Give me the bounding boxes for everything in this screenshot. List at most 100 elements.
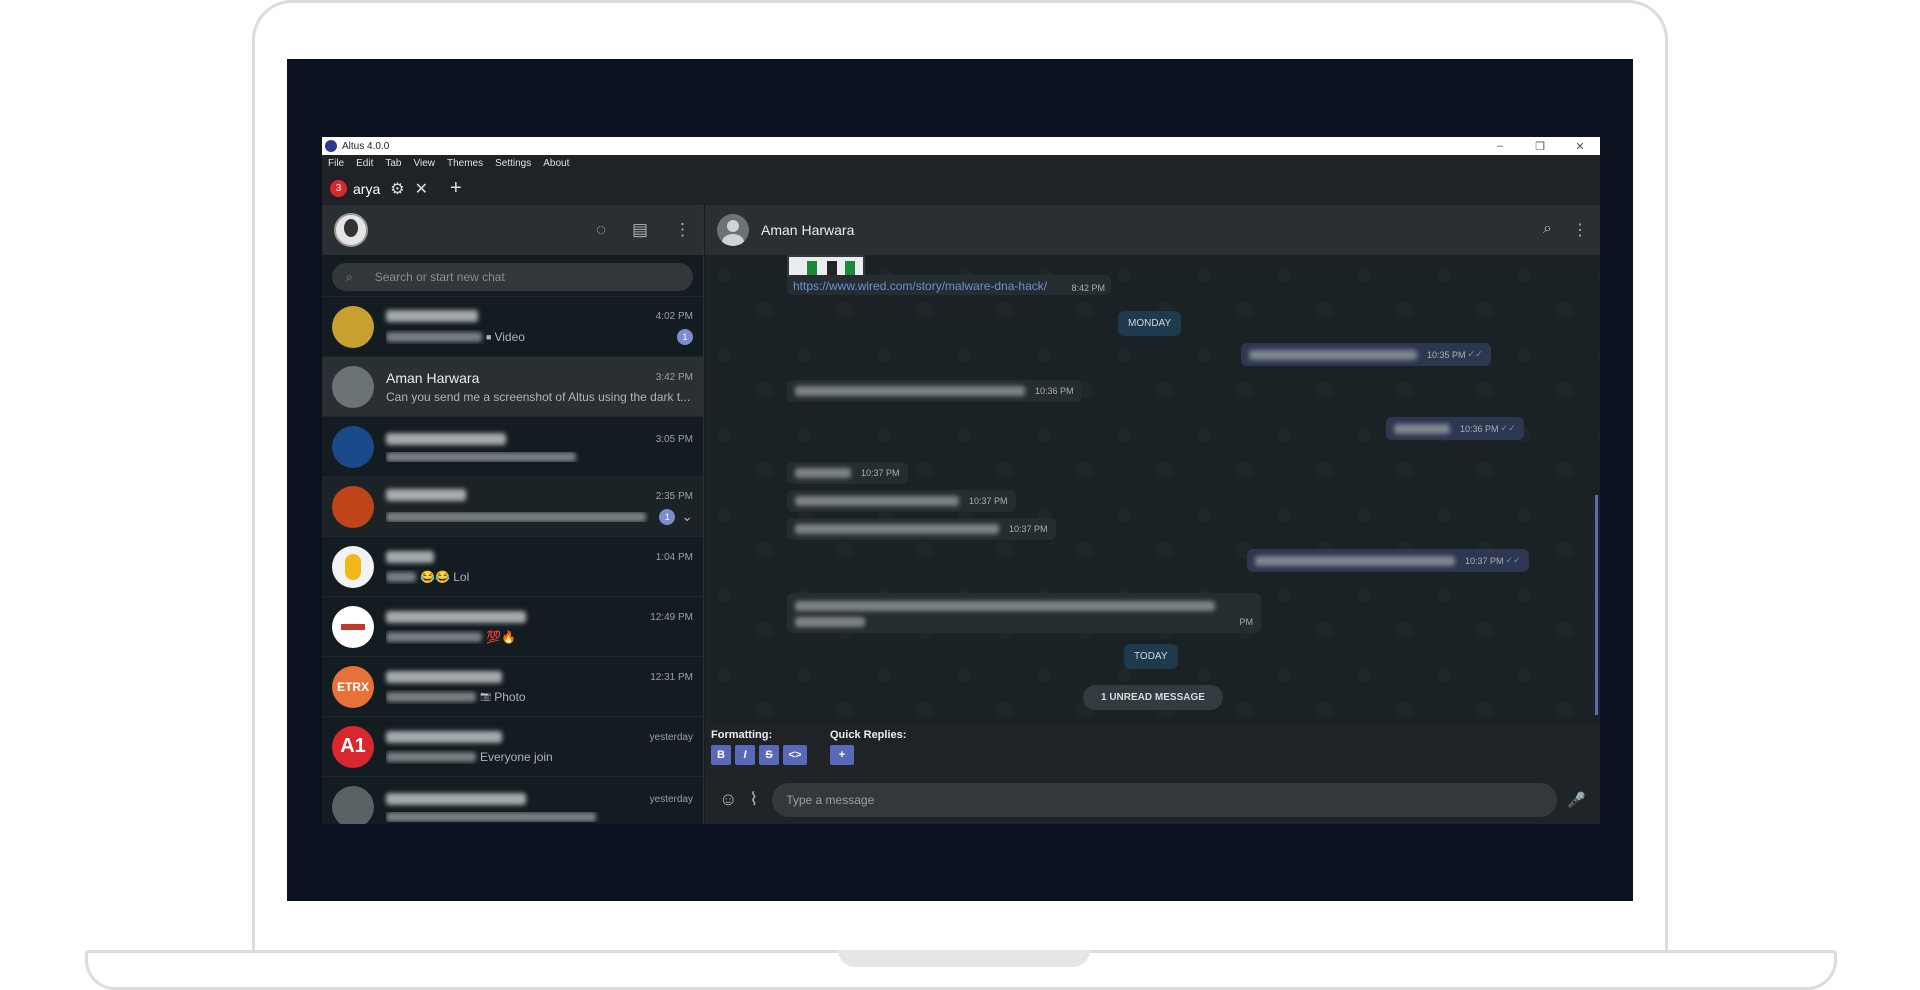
tab-unread-badge: 3: [330, 180, 347, 197]
message-incoming[interactable]: 10:37 PM: [787, 518, 1056, 540]
search-area: ⌕: [322, 255, 703, 297]
chat-time: 12:31 PM: [650, 672, 693, 683]
chat-time: 4:02 PM: [655, 311, 693, 322]
menu-bar: File Edit Tab View Themes Settings About: [322, 155, 1600, 172]
message-outgoing[interactable]: 10:36 PM ✓✓: [1386, 417, 1524, 440]
chat-list-item[interactable]: 12:49 PM 💯🔥: [322, 597, 703, 657]
message-incoming[interactable]: PM: [787, 593, 1261, 633]
menu-edit[interactable]: Edit: [350, 158, 379, 169]
message-incoming[interactable]: 10:36 PM: [787, 380, 1082, 402]
chat-preview: Photo: [494, 689, 526, 704]
read-receipt-icon: ✓✓: [1500, 423, 1516, 433]
emoji-icon[interactable]: ☺: [719, 789, 737, 810]
read-receipt-icon: ✓✓: [1467, 349, 1483, 359]
chat-avatar: ETRX: [332, 665, 374, 708]
contact-avatar[interactable]: [717, 214, 749, 246]
menu-tab[interactable]: Tab: [379, 158, 407, 169]
formatting-label: Formatting:: [711, 729, 773, 741]
chat-preview: Video: [494, 329, 525, 344]
date-separator-monday: MONDAY: [1118, 311, 1182, 336]
group-avatar-icon: [332, 785, 374, 824]
chat-time: 3:05 PM: [655, 434, 693, 445]
tab-bar: 3 arya ⚙ ✕ +: [322, 172, 1600, 205]
unread-count-badge: 1: [659, 508, 676, 525]
menu-about[interactable]: About: [537, 158, 575, 169]
date-separator-today: TODAY: [1124, 644, 1178, 669]
chat-list: 4:02 PM ■ Video 1 Aman Harwara 3:42 PM Can …: [322, 297, 703, 824]
message-time: 10:37 PM: [1465, 556, 1504, 566]
status-icon[interactable]: ◌: [596, 220, 606, 240]
tab-settings-gear-icon[interactable]: ⚙: [390, 179, 404, 199]
menu-file[interactable]: File: [322, 158, 350, 169]
unread-count-badge: 1: [677, 328, 693, 345]
chevron-down-icon[interactable]: ⌄: [681, 508, 693, 525]
tab-close-icon[interactable]: ✕: [415, 179, 428, 199]
chat-time: 12:49 PM: [650, 612, 693, 623]
message-area: https://www.wired.com/story/malware-dna-…: [705, 255, 1600, 723]
maximize-button[interactable]: ❐: [1520, 140, 1560, 153]
message-time: 8:42 PM: [1071, 283, 1105, 293]
chat-list-item[interactable]: 1:04 PM 😂😂 Lol: [322, 537, 703, 597]
close-window-button[interactable]: ✕: [1560, 140, 1600, 153]
search-box: ⌕: [332, 263, 693, 291]
formatting-bar: Formatting: B I S <> Quick Replies: +: [705, 723, 1600, 775]
code-button[interactable]: <>: [783, 745, 807, 765]
message-time: 10:37 PM: [1009, 524, 1048, 534]
read-receipt-icon: ✓✓: [1505, 555, 1521, 565]
menu-settings[interactable]: Settings: [489, 158, 537, 169]
sidebar-menu-icon[interactable]: ⋮: [674, 220, 691, 240]
search-input[interactable]: [374, 270, 635, 284]
chat-preview: 💯🔥: [486, 629, 516, 644]
app-logo-icon: [325, 140, 337, 152]
my-avatar[interactable]: [334, 213, 368, 247]
sidebar-header: ◌ ▤ ⋮: [322, 205, 703, 255]
menu-themes[interactable]: Themes: [441, 158, 489, 169]
microphone-icon[interactable]: 🎤: [1567, 791, 1586, 809]
chat-list-item[interactable]: 3:05 PM: [322, 417, 703, 477]
new-chat-icon[interactable]: ▤: [632, 220, 648, 240]
search-icon[interactable]: ⌕: [1543, 220, 1552, 240]
unread-messages-banner: 1 UNREAD MESSAGE: [1083, 685, 1223, 710]
conversation-header: Aman Harwara ⌕ ⋮: [705, 205, 1600, 255]
message-incoming[interactable]: 10:37 PM: [787, 462, 908, 484]
compose-bar: ☺ ⌇ 🎤: [705, 775, 1600, 824]
add-quick-reply-button[interactable]: +: [830, 745, 854, 765]
chat-list-item-aman-harwara[interactable]: Aman Harwara 3:42 PM Can you send me a sc…: [322, 357, 703, 417]
message-input[interactable]: [772, 782, 1558, 817]
laptop-notch: [838, 950, 1090, 967]
message-link-text[interactable]: https://www.wired.com/story/malware-dna-…: [793, 279, 1047, 293]
tab-label: arya: [353, 180, 381, 197]
chat-list-item[interactable]: A1 yesterday Everyone join: [322, 717, 703, 777]
chat-time: yesterday: [649, 794, 693, 805]
message-outgoing[interactable]: 10:35 PM ✓✓: [1241, 343, 1491, 366]
add-tab-button[interactable]: +: [450, 177, 462, 200]
chat-time: yesterday: [649, 732, 693, 743]
tab-arya[interactable]: 3 arya ⚙ ✕: [322, 172, 436, 205]
quick-replies-label: Quick Replies:: [830, 729, 907, 741]
italic-button[interactable]: I: [735, 745, 755, 765]
chat-preview: Can you send me a screenshot of Altus us…: [386, 389, 691, 404]
chat-list-item[interactable]: 4:02 PM ■ Video 1: [322, 297, 703, 357]
minimize-button[interactable]: –: [1480, 140, 1520, 153]
chat-time: 3:42 PM: [655, 372, 693, 383]
chat-avatar: [332, 425, 374, 468]
message-link[interactable]: https://www.wired.com/story/malware-dna-…: [787, 275, 1111, 295]
conversation-menu-icon[interactable]: ⋮: [1572, 220, 1588, 240]
image-thumbnail[interactable]: [787, 255, 865, 277]
attach-icon[interactable]: ⌇: [749, 789, 758, 810]
chat-preview: Everyone join: [480, 749, 553, 764]
contact-name[interactable]: Aman Harwara: [761, 222, 854, 238]
chat-avatar: A1: [332, 725, 374, 768]
message-time: PM: [1239, 617, 1254, 627]
message-scrollbar[interactable]: [1595, 495, 1598, 715]
message-time: 10:35 PM: [1427, 350, 1466, 360]
chat-time: 1:04 PM: [655, 552, 693, 563]
message-incoming[interactable]: 10:37 PM: [787, 490, 1016, 512]
chat-list-item[interactable]: yesterday: [322, 777, 703, 824]
menu-view[interactable]: View: [407, 158, 441, 169]
chat-list-item[interactable]: 2:35 PM 1 ⌄: [322, 477, 703, 537]
message-outgoing[interactable]: 10:37 PM ✓✓: [1247, 549, 1529, 572]
bold-button[interactable]: B: [711, 745, 731, 765]
chat-list-item[interactable]: ETRX 12:31 PM 📷 Photo: [322, 657, 703, 717]
strikethrough-button[interactable]: S: [759, 745, 779, 765]
